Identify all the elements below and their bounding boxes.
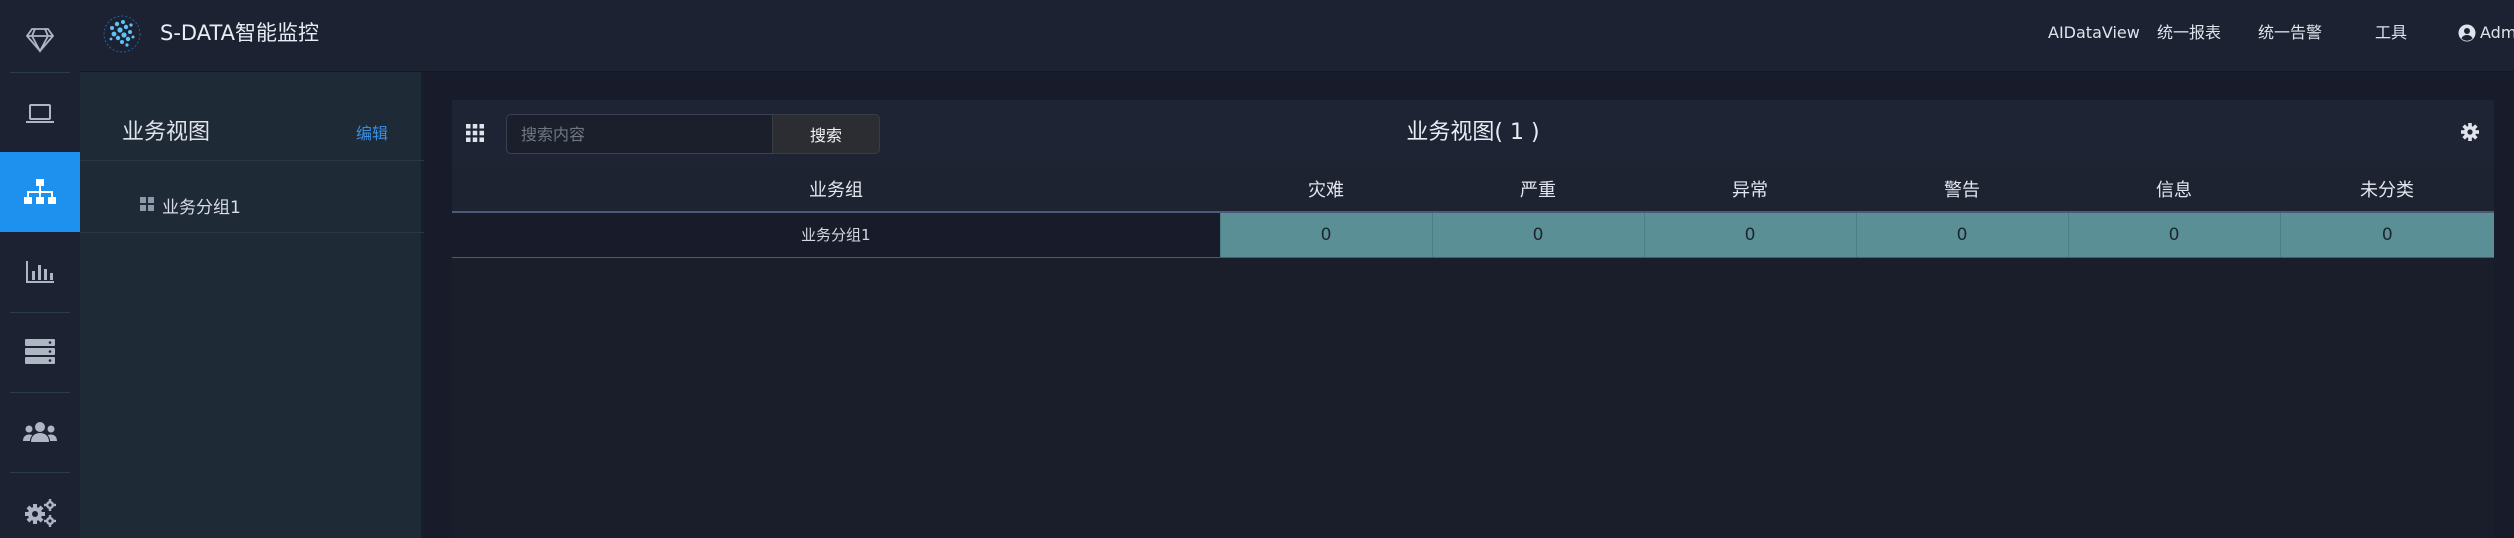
business-view-main-panel: 搜索 业务视图( 1 ) — [452, 100, 2494, 538]
tree-node-label: 业务分组1 — [162, 197, 241, 218]
count-cell-critical[interactable]: 0 — [1431, 212, 1644, 258]
divider — [80, 160, 424, 161]
tree-title: 业务视图 — [122, 120, 211, 145]
column-header-warning[interactable]: 警告 — [1856, 166, 2068, 213]
icon-rail — [0, 0, 80, 538]
nav-unified-report[interactable]: 统一报表 — [2157, 0, 2221, 66]
column-header-group[interactable]: 业务组 — [452, 166, 1220, 213]
table-header-row: 业务组 灾难 严重 异常 警告 信息 未分类 — [452, 166, 2494, 213]
diamond-icon — [25, 27, 55, 53]
top-bar: S-DATA智能监控 AIDataView 统一报表 统一告警 工具 Adm — [80, 0, 2514, 72]
rail-item-users[interactable] — [0, 392, 80, 472]
rail-item-reports[interactable] — [0, 232, 80, 312]
search-input[interactable] — [506, 114, 772, 154]
grid-menu-icon[interactable] — [466, 124, 484, 146]
app-title: S-DATA智能监控 — [160, 21, 320, 45]
laptop-icon — [25, 102, 55, 126]
count-cell-warning[interactable]: 0 — [1855, 212, 2068, 258]
rail-item-servers[interactable] — [0, 312, 80, 392]
server-icon — [24, 338, 56, 366]
column-header-critical[interactable]: 严重 — [1432, 166, 1644, 213]
business-view-tree-panel: 业务视图 编辑 业务分组1 — [80, 72, 424, 538]
nav-unified-alarm[interactable]: 统一告警 — [2258, 0, 2322, 66]
rail-item-monitor[interactable] — [0, 74, 80, 154]
nav-aidataview[interactable]: AIDataView — [2048, 0, 2140, 66]
tree-edit-link[interactable]: 编辑 — [356, 120, 388, 144]
divider — [80, 232, 424, 233]
table-row[interactable]: 业务分组1 0 0 0 0 0 0 — [452, 212, 2494, 258]
cogs-icon — [23, 497, 57, 527]
rail-item-home[interactable] — [0, 0, 80, 80]
brand-logo-icon — [100, 12, 144, 56]
column-header-info[interactable]: 信息 — [2068, 166, 2280, 213]
users-icon — [23, 420, 57, 444]
grid-small-icon — [140, 196, 154, 215]
bar-chart-icon — [25, 259, 55, 285]
column-header-unclassified[interactable]: 未分类 — [2280, 166, 2494, 213]
sitemap-icon — [23, 178, 57, 206]
app-root: S-DATA智能监控 AIDataView 统一报表 统一告警 工具 Adm 业… — [0, 0, 2514, 538]
nav-tools[interactable]: 工具 — [2375, 0, 2407, 66]
toolbar: 搜索 业务视图( 1 ) — [452, 100, 2494, 166]
count-cell-disaster[interactable]: 0 — [1219, 212, 1432, 258]
group-name-cell[interactable]: 业务分组1 — [452, 212, 1220, 258]
gear-icon[interactable] — [2460, 122, 2480, 146]
business-view-table: 业务组 灾难 严重 异常 警告 信息 未分类 业务分组1 0 0 0 0 0 0 — [452, 166, 2494, 258]
count-cell-unclassified[interactable]: 0 — [2279, 212, 2494, 258]
column-header-disaster[interactable]: 灾难 — [1220, 166, 1432, 213]
count-cell-info[interactable]: 0 — [2067, 212, 2280, 258]
rail-item-settings[interactable] — [0, 472, 80, 538]
user-circle-icon — [2458, 24, 2476, 46]
user-menu[interactable]: Adm — [2480, 0, 2514, 66]
count-cell-abnormal[interactable]: 0 — [1643, 212, 1856, 258]
column-header-abnormal[interactable]: 异常 — [1644, 166, 1856, 213]
rail-item-business-view[interactable] — [0, 152, 80, 232]
tree-node-group1[interactable]: 业务分组1 — [140, 190, 241, 220]
search-button[interactable]: 搜索 — [772, 114, 880, 154]
